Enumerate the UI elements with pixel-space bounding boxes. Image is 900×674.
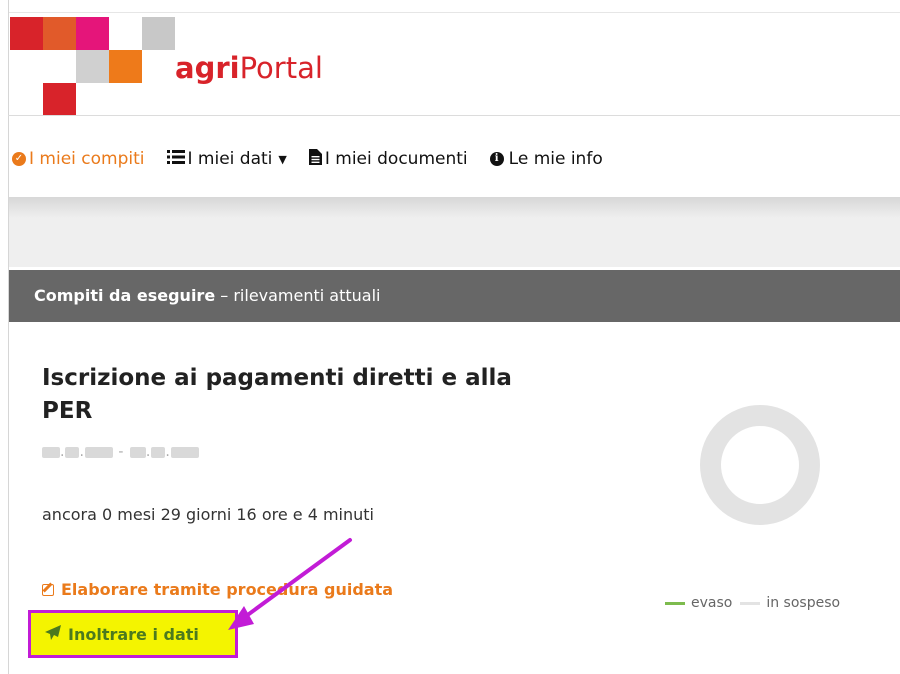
logo-square — [142, 17, 175, 50]
legend-swatch-done — [665, 601, 685, 605]
brand-wordmark: agriPortal — [175, 50, 323, 86]
caret-down-icon: ▼ — [278, 152, 287, 166]
chart-legend: evaso in sospeso — [665, 595, 848, 611]
nav-item-my-tasks[interactable]: ✓ I miei compiti — [12, 149, 145, 169]
logo-square — [43, 83, 76, 115]
time-remaining: ancora 0 mesi 29 giorni 16 ore e 4 minut… — [42, 505, 374, 524]
logo-square — [43, 17, 76, 50]
nav-item-my-documents[interactable]: I miei documenti — [308, 148, 468, 170]
info-circle-icon: i — [489, 152, 504, 166]
guided-procedure-label: Elaborare tramite procedura guidata — [61, 580, 394, 599]
redacted-date — [170, 446, 199, 458]
redacted-date — [65, 446, 80, 458]
redacted-date — [151, 446, 166, 458]
section-title-bold: Compiti da eseguire — [34, 286, 216, 305]
header-divider — [8, 115, 900, 116]
logo-square — [76, 17, 109, 50]
legend-label-done: evaso — [691, 595, 733, 611]
annotation-arrow — [228, 538, 352, 630]
page-left-border — [8, 0, 9, 674]
nav-item-my-info[interactable]: i Le mie info — [489, 149, 603, 169]
breadcrumb-band — [9, 197, 900, 267]
section-title-rest: – rilevamenti attuali — [215, 286, 381, 305]
legend-label-pending: in sospeso — [766, 595, 841, 611]
list-icon — [166, 149, 185, 169]
page-top-border — [8, 12, 900, 13]
logo-square — [109, 50, 142, 83]
logo-square — [76, 50, 109, 83]
redacted-date — [42, 446, 60, 458]
section-header: Compiti da eseguire – rilevamenti attual… — [9, 270, 900, 322]
nav-item-label: I miei dati — [187, 149, 273, 169]
nav-item-my-data[interactable]: I miei dati ▼ — [166, 149, 287, 169]
progress-donut-chart — [700, 405, 820, 525]
main-nav: ✓ I miei compiti I miei dati ▼ I miei do… — [12, 144, 625, 174]
paper-plane-icon — [45, 624, 61, 644]
document-icon — [308, 148, 322, 170]
legend-swatch-pending — [740, 601, 761, 605]
task-date-range-redacted: .. - .. — [42, 444, 199, 460]
redacted-date — [84, 446, 113, 458]
brand-suffix: Portal — [239, 51, 323, 85]
check-circle-icon: ✓ — [12, 152, 26, 166]
edit-icon — [42, 583, 54, 596]
brand-prefix: agri — [175, 51, 240, 85]
logo-square — [10, 17, 43, 50]
submit-data-label: Inoltrare i dati — [68, 624, 199, 644]
guided-procedure-link[interactable]: Elaborare tramite procedura guidata — [42, 580, 393, 599]
nav-item-label: Le mie info — [508, 149, 603, 169]
submit-data-link[interactable]: Inoltrare i dati — [28, 610, 238, 658]
nav-item-label: I miei documenti — [324, 149, 468, 169]
task-title: Iscrizione ai pagamenti diretti e alla P… — [42, 365, 512, 424]
nav-item-label: I miei compiti — [29, 149, 145, 169]
redacted-date — [129, 446, 146, 458]
